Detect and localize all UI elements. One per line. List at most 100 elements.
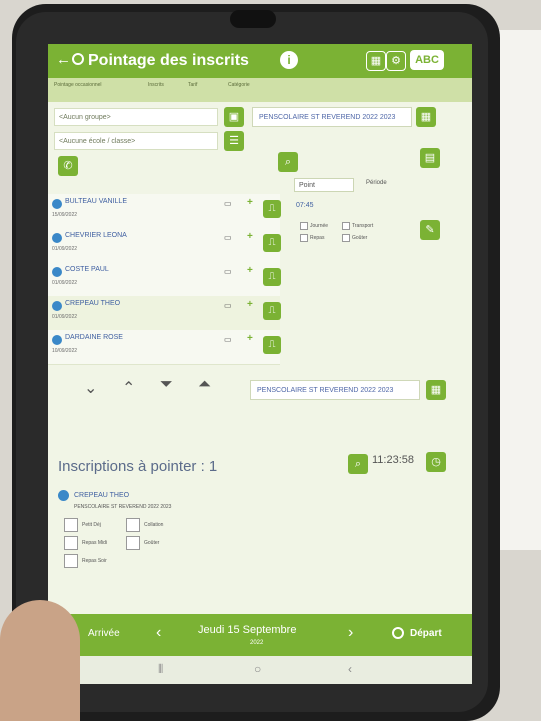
settings-icon[interactable]: ⚙ <box>386 51 406 71</box>
student-row[interactable]: DARDAINE ROSE 10/09/2022 ▭ + ⎍ <box>48 330 281 365</box>
school-select[interactable]: PENSCOLAIRE ST REVEREND 2022 2023 <box>252 107 412 127</box>
sign-button[interactable]: ⎍ <box>263 268 281 286</box>
student-icon <box>52 267 62 277</box>
check-gouter[interactable] <box>126 536 140 550</box>
card-icon[interactable]: ▭ <box>224 199 232 208</box>
student-name: COSTE PAUL <box>65 266 109 273</box>
prev-day-icon[interactable]: ‹ <box>156 624 161 642</box>
student-icon <box>52 199 62 209</box>
chart-icon-button[interactable]: ▤ <box>420 148 440 168</box>
entry-school: PENSCOLAIRE ST REVEREND 2022 2023 <box>74 504 172 510</box>
info-label-2: Inscrits <box>148 82 164 88</box>
school-select-bottom[interactable]: PENSCOLAIRE ST REVEREND 2022 2023 <box>250 380 420 400</box>
checkbox-label-journee: Journée <box>310 223 329 229</box>
chevron-up-icon[interactable]: ⌃ <box>122 378 135 398</box>
grid-icon[interactable]: ▦ <box>366 51 386 71</box>
search-icon-button-2[interactable]: ⌕ <box>348 454 368 474</box>
info-label-4: Catégorie <box>228 82 250 88</box>
checkbox-journee[interactable] <box>300 222 308 230</box>
class-select[interactable]: <Aucune école / classe> <box>54 132 218 150</box>
check-label-collation: Collation <box>144 522 164 528</box>
add-icon[interactable]: + <box>247 265 253 276</box>
student-name: CREPEAU THEO <box>65 300 121 307</box>
sign-button[interactable]: ⎍ <box>263 200 281 218</box>
add-icon[interactable]: + <box>247 333 253 344</box>
abc-button[interactable]: ABC <box>410 50 444 70</box>
list-icon-button[interactable]: ☰ <box>224 131 244 151</box>
card-icon[interactable]: ▭ <box>224 267 232 276</box>
double-chevron-down-icon[interactable]: ⏷ <box>160 376 173 394</box>
recents-icon[interactable]: ⦀ <box>158 662 163 677</box>
student-row[interactable]: CREPEAU THEO 01/09/2022 ▭ + ⎍ <box>48 296 281 331</box>
add-icon[interactable]: + <box>247 197 253 208</box>
card-icon[interactable]: ▭ <box>224 335 232 344</box>
checkbox-repas[interactable] <box>300 234 308 242</box>
student-date: 01/09/2022 <box>52 246 78 252</box>
info-label-1: Pointage occasionnel <box>54 82 102 88</box>
student-row[interactable]: BULTEAU VANILLE 15/09/2022 ▭ + ⎍ <box>48 194 281 229</box>
check-repas-soir[interactable] <box>64 554 78 568</box>
checkbox-label-repas: Repas <box>310 235 325 241</box>
student-icon <box>52 233 62 243</box>
sign-button[interactable]: ⎍ <box>263 302 281 320</box>
camera-notch <box>230 10 276 28</box>
phone-icon-button[interactable]: ✆ <box>58 156 78 176</box>
student-name: CHEVRIER LEONA <box>65 232 127 239</box>
add-icon[interactable]: + <box>247 299 253 310</box>
check-label-repas-soir: Repas Soir <box>82 558 107 564</box>
edit-icon-button[interactable]: ✎ <box>420 220 440 240</box>
student-date: 01/09/2022 <box>52 314 78 320</box>
calendar-button-bottom[interactable]: ▦ <box>426 380 446 400</box>
search-icon-button[interactable]: ⌕ <box>278 152 298 172</box>
entry-icon <box>58 490 69 501</box>
back-icon[interactable]: ‹ <box>348 662 352 676</box>
check-label-gouter: Goûter <box>144 540 160 546</box>
student-date: 01/09/2022 <box>52 280 78 286</box>
student-icon <box>52 335 62 345</box>
checkbox-gouter[interactable] <box>342 234 350 242</box>
group-select[interactable]: <Aucun groupe> <box>54 108 218 126</box>
depart-clock-icon <box>392 627 404 639</box>
inscriptions-title: Inscriptions à pointer : 1 <box>58 458 218 475</box>
footer-bar: Arrivée ‹ Jeudi 15 Septembre 2022 › Dépa… <box>48 614 472 656</box>
time-value: 07:45 <box>296 202 314 209</box>
card-icon[interactable]: ▭ <box>224 233 232 242</box>
clock-icon-button[interactable]: ◷ <box>426 452 446 472</box>
double-chevron-up-icon[interactable]: ⏶ <box>198 376 211 394</box>
student-date: 10/09/2022 <box>52 348 78 354</box>
check-repas-midi[interactable] <box>64 536 78 550</box>
page-title: Pointage des inscrits <box>88 52 249 69</box>
date-label: Jeudi 15 Septembre <box>198 624 297 636</box>
student-icon <box>52 301 62 311</box>
back-arrow-icon[interactable]: ← <box>56 51 71 68</box>
info-icon[interactable]: i <box>280 51 298 69</box>
check-collation[interactable] <box>126 518 140 532</box>
next-day-icon[interactable]: › <box>348 624 353 642</box>
check-label-petit-dej: Petit Déj <box>82 522 101 528</box>
student-date: 15/09/2022 <box>52 212 78 218</box>
point-select[interactable]: Point <box>294 178 354 192</box>
student-row[interactable]: CHEVRIER LEONA 01/09/2022 ▭ + ⎍ <box>48 228 281 263</box>
clock-time: 11:23:58 <box>372 454 415 466</box>
home-icon[interactable]: ○ <box>254 662 261 676</box>
calendar-button[interactable]: ▦ <box>416 107 436 127</box>
chevron-down-icon[interactable]: ⌄ <box>84 378 97 398</box>
clock-icon <box>72 53 84 65</box>
arrival-button[interactable]: Arrivée <box>88 628 120 639</box>
check-petit-dej[interactable] <box>64 518 78 532</box>
student-name: BULTEAU VANILLE <box>65 198 127 205</box>
card-icon[interactable]: ▭ <box>224 301 232 310</box>
checkbox-label-transport: Transport <box>352 223 374 229</box>
period-label: Période <box>366 180 387 186</box>
add-icon[interactable]: + <box>247 231 253 242</box>
sign-button[interactable]: ⎍ <box>263 336 281 354</box>
year-label: 2022 <box>250 640 264 646</box>
entry-name: CREPEAU THEO <box>74 492 130 499</box>
sign-button[interactable]: ⎍ <box>263 234 281 252</box>
finger <box>0 600 80 721</box>
student-row[interactable]: COSTE PAUL 01/09/2022 ▭ + ⎍ <box>48 262 281 297</box>
checkbox-label-gouter: Goûter <box>352 235 368 241</box>
checkbox-transport[interactable] <box>342 222 350 230</box>
group-icon-button[interactable]: ▣ <box>224 107 244 127</box>
depart-button[interactable]: Départ <box>410 628 442 639</box>
